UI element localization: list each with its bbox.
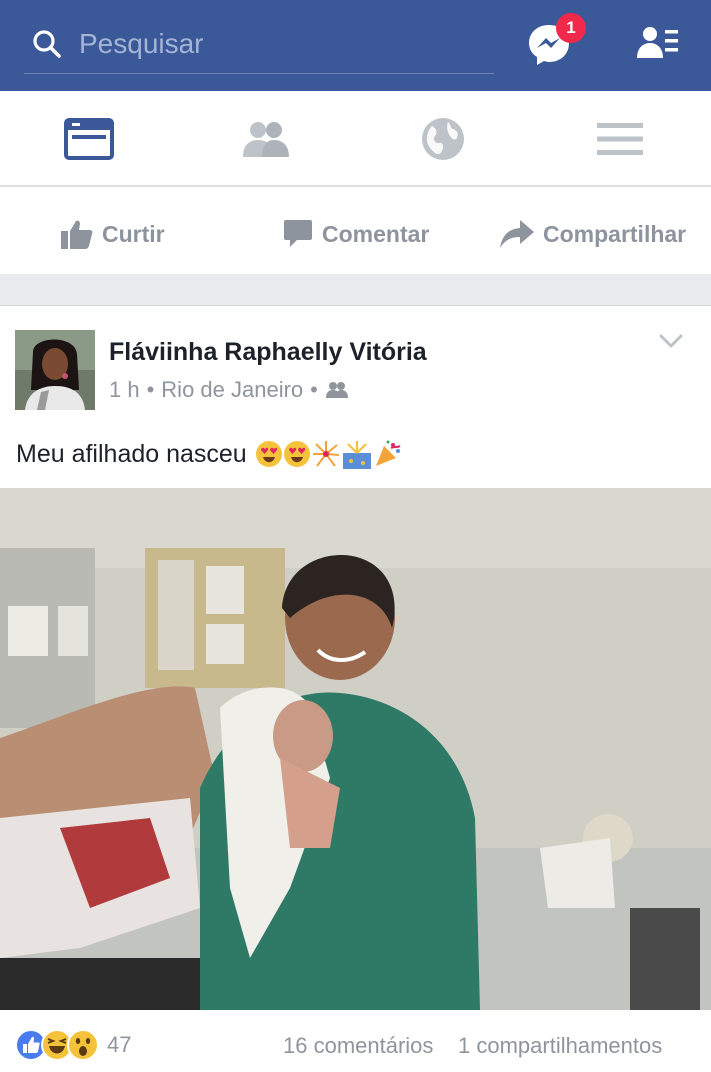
post-stats: 47 16 comentários 1 compartilhamentos — [0, 1024, 711, 1068]
heart-eyes-emoji-icon — [283, 441, 310, 467]
reactions-summary[interactable]: 47 — [15, 1029, 131, 1061]
feed-separator — [0, 274, 711, 306]
author-name[interactable]: Fláviinha Raphaelly Vitória — [109, 338, 427, 367]
sparkler-emoji-icon — [342, 441, 371, 469]
hamburger-menu-icon — [596, 123, 643, 155]
post-meta: 1 h • Rio de Janeiro • — [109, 377, 349, 403]
globe-icon — [421, 118, 464, 160]
tab-bar — [0, 91, 711, 187]
friends-icon — [242, 122, 289, 157]
top-bar: 1 — [0, 0, 711, 91]
tab-notifications[interactable] — [354, 91, 531, 187]
friends-audience-icon — [325, 382, 348, 398]
friend-list-icon — [637, 27, 678, 58]
meta-separator: • — [310, 377, 318, 402]
comment-button[interactable]: Comentar — [283, 194, 429, 274]
wow-reaction-icon — [67, 1029, 99, 1061]
share-label: Compartilhar — [543, 220, 687, 247]
share-arrow-icon — [500, 220, 534, 248]
tab-friend-requests[interactable] — [177, 91, 354, 187]
party-popper-emoji-icon — [375, 440, 401, 466]
meta-separator: • — [146, 377, 155, 402]
fireworks-emoji-icon — [312, 441, 339, 467]
author-avatar[interactable] — [15, 330, 95, 410]
post-photo[interactable] — [0, 488, 711, 1010]
post-message: Meu afilhado nasceu — [16, 439, 247, 468]
tab-news-feed[interactable] — [0, 91, 177, 187]
thumbs-up-icon — [61, 220, 93, 249]
post-image — [0, 488, 711, 1010]
heart-eyes-emoji-icon — [255, 441, 282, 467]
comment-icon — [284, 220, 312, 247]
news-feed-icon — [63, 118, 114, 160]
search-input[interactable] — [79, 24, 479, 64]
search-bar[interactable] — [24, 14, 494, 74]
post-location[interactable]: Rio de Janeiro — [161, 377, 303, 403]
like-button[interactable]: Curtir — [61, 194, 165, 274]
post-actions-bar: Curtir Comentar Compartilhar — [0, 194, 711, 274]
comment-label: Comentar — [322, 220, 430, 247]
messenger-badge: 1 — [556, 13, 586, 43]
post-time[interactable]: 1 h — [109, 377, 140, 403]
like-label: Curtir — [102, 220, 165, 247]
profile-photo — [15, 330, 95, 410]
friend-requests-button[interactable] — [636, 24, 680, 64]
share-button[interactable]: Compartilhar — [500, 194, 686, 274]
comments-count-link[interactable]: 16 comentários — [283, 1033, 433, 1059]
chevron-down-icon[interactable] — [657, 330, 685, 352]
feed-post: Fláviinha Raphaelly Vitória 1 h • Rio de… — [0, 306, 711, 1072]
search-icon — [33, 30, 61, 58]
reaction-count: 47 — [107, 1032, 132, 1057]
shares-count-link[interactable]: 1 compartilhamentos — [458, 1033, 662, 1059]
post-emojis — [255, 439, 403, 469]
tab-menu[interactable] — [531, 91, 708, 187]
post-text: Meu afilhado nasceu — [16, 439, 403, 469]
